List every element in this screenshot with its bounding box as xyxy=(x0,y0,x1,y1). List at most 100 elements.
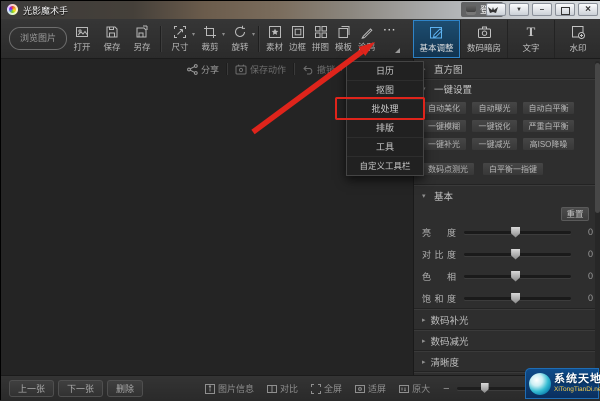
tab-digital-darkroom[interactable]: 数码暗房 xyxy=(460,20,507,58)
save-as-button[interactable]: 另存 xyxy=(127,22,157,56)
collapse-caret-icon: ▸ xyxy=(422,359,426,366)
main-menu-button[interactable]: ▼ xyxy=(509,3,529,16)
menu-item-layout[interactable]: 排版 xyxy=(347,119,423,138)
brightness-slider-row: 亮度 0 xyxy=(414,221,600,243)
hue-slider[interactable] xyxy=(464,270,571,282)
severe-white-balance-button[interactable]: 严重白平衡 xyxy=(522,119,575,133)
section-histogram[interactable]: ▸ 直方图 xyxy=(414,59,600,79)
crop-button[interactable]: ▾ 裁剪 xyxy=(195,22,225,56)
menu-item-customize-toolbar[interactable]: 自定义工具栏 xyxy=(347,157,423,175)
border-button[interactable]: 边框 xyxy=(286,22,309,56)
onekey-sharpen-button[interactable]: 一键锐化 xyxy=(471,119,518,133)
rotate-icon xyxy=(233,25,247,39)
brightness-slider[interactable] xyxy=(464,226,571,238)
tab-text[interactable]: T 文字 xyxy=(507,20,554,58)
wings-icon xyxy=(488,7,498,13)
bottom-bar: 上一张 下一张 删除 图片信息 对比 全屏 适屏 原大 − xyxy=(1,375,600,401)
more-dots-icon: ··· xyxy=(383,25,397,36)
reset-row: 重置 xyxy=(414,205,600,221)
avatar-icon xyxy=(466,4,476,15)
auto-white-balance-button[interactable]: 自动白平衡 xyxy=(522,101,575,115)
maximize-button[interactable] xyxy=(555,3,575,16)
resize-icon xyxy=(173,25,187,39)
onekey-button-grid: 自动美化 自动曝光 自动白平衡 一键模糊 一键锐化 严重白平衡 一键补光 一键减… xyxy=(421,101,600,151)
brush-icon xyxy=(360,25,374,39)
collage-button[interactable]: 拼图 xyxy=(309,22,332,56)
save-action-button[interactable]: 保存动作 xyxy=(235,63,286,76)
crop-icon xyxy=(203,25,217,39)
white-balance-one-key-button[interactable]: 白平衡一指键 xyxy=(482,162,544,176)
section-onekey-settings[interactable]: ▾ 一键设置 xyxy=(414,79,600,98)
template-button[interactable]: 模板 xyxy=(332,22,355,56)
saturation-label: 饱和度 xyxy=(422,293,456,304)
high-iso-denoise-button[interactable]: 高ISO降噪 xyxy=(522,137,575,151)
view-tools: 图片信息 对比 全屏 适屏 原大 − + xyxy=(205,376,556,401)
fit-screen-icon xyxy=(355,384,366,393)
rotate-button[interactable]: ▾ 旋转 xyxy=(225,22,255,56)
contrast-slider-row: 对比度 0 xyxy=(414,243,600,265)
share-button[interactable]: 分享 xyxy=(187,63,219,76)
title-bar: 光影魔术手 登录 ▼ – × xyxy=(1,1,600,19)
zoom-slider-handle[interactable] xyxy=(480,383,489,393)
window-controls: ▼ – × xyxy=(486,3,598,16)
close-button[interactable]: × xyxy=(578,3,598,16)
onekey-blur-button[interactable]: 一键模糊 xyxy=(421,119,467,133)
delete-image-button[interactable]: 删除 xyxy=(107,380,144,397)
minimize-button[interactable]: – xyxy=(532,3,552,16)
template-icon xyxy=(337,25,351,39)
actual-size-button[interactable]: 原大 xyxy=(399,382,430,395)
next-image-button[interactable]: 下一张 xyxy=(58,380,104,397)
tab-watermark[interactable]: 水印 xyxy=(554,20,600,58)
scrollbar-thumb[interactable] xyxy=(595,63,600,213)
resize-button[interactable]: ▾ 尺寸 xyxy=(165,22,195,56)
undo-button[interactable]: 撤销 ▾ xyxy=(302,63,343,76)
globe-icon xyxy=(529,372,551,395)
main-toolbar: 浏览图片 打开 保存 另存 ▾ 尺寸 ▾ 裁剪 ▾ 旋转 素材 边框 拼图 模板… xyxy=(1,19,600,59)
tab-basic-adjust[interactable]: 基本调整 xyxy=(413,20,460,58)
watermark-icon xyxy=(571,25,586,40)
skin-button[interactable] xyxy=(486,3,506,16)
open-icon xyxy=(75,25,89,39)
digital-spot-metering-button[interactable]: 数码点测光 xyxy=(421,162,475,176)
slider-handle[interactable] xyxy=(511,292,521,304)
saturation-slider-row: 饱和度 0 xyxy=(414,287,600,309)
actual-size-icon xyxy=(399,384,410,393)
section-digital-fill-light[interactable]: ▸ 数码补光 xyxy=(414,309,600,330)
section-digital-reduce-light[interactable]: ▸ 数码减光 xyxy=(414,330,600,351)
browse-photos-button[interactable]: 浏览图片 xyxy=(9,27,67,50)
slider-handle[interactable] xyxy=(511,226,521,238)
image-info-button[interactable]: 图片信息 xyxy=(205,382,254,395)
collapse-caret-icon: ▾ xyxy=(422,192,426,200)
compare-button[interactable]: 对比 xyxy=(267,382,298,395)
section-basic[interactable]: ▾ 基本 xyxy=(414,186,600,205)
menu-item-calendar[interactable]: 日历 xyxy=(347,62,423,81)
material-button[interactable]: 素材 xyxy=(263,22,286,56)
slider-handle[interactable] xyxy=(511,270,521,282)
auto-beautify-button[interactable]: 自动美化 xyxy=(421,101,467,115)
fullscreen-icon xyxy=(311,383,322,394)
auto-exposure-button[interactable]: 自动曝光 xyxy=(471,101,518,115)
toolbar-separator xyxy=(258,26,260,52)
watermark-title: 系统天地 xyxy=(554,372,600,385)
doodle-button[interactable]: 涂鸦 xyxy=(355,22,378,56)
contrast-slider[interactable] xyxy=(464,248,571,260)
more-tools-button[interactable]: ··· xyxy=(378,22,402,56)
onekey-fill-light-button[interactable]: 一键补光 xyxy=(421,137,467,151)
zoom-out-button[interactable]: − xyxy=(443,383,449,395)
collapse-caret-icon: ▸ xyxy=(422,317,426,324)
menu-item-tools[interactable]: 工具 xyxy=(347,138,423,157)
menu-item-cutout[interactable]: 抠图 xyxy=(347,81,423,100)
panel-scrollbar[interactable] xyxy=(595,61,600,371)
fit-screen-button[interactable]: 适屏 xyxy=(355,382,386,395)
onekey-reduce-light-button[interactable]: 一键减光 xyxy=(471,137,518,151)
menu-item-batch-process[interactable]: 批处理 xyxy=(347,100,423,119)
undo-history-caret[interactable]: ▾ xyxy=(340,66,343,73)
slider-handle[interactable] xyxy=(511,248,521,260)
fullscreen-button[interactable]: 全屏 xyxy=(311,382,342,395)
previous-image-button[interactable]: 上一张 xyxy=(9,380,55,397)
save-button[interactable]: 保存 xyxy=(97,22,127,56)
saturation-slider[interactable] xyxy=(464,292,571,304)
rotate-dropdown-caret[interactable]: ▾ xyxy=(252,31,255,38)
reset-button[interactable]: 重置 xyxy=(561,207,589,221)
open-button[interactable]: 打开 xyxy=(67,22,97,56)
